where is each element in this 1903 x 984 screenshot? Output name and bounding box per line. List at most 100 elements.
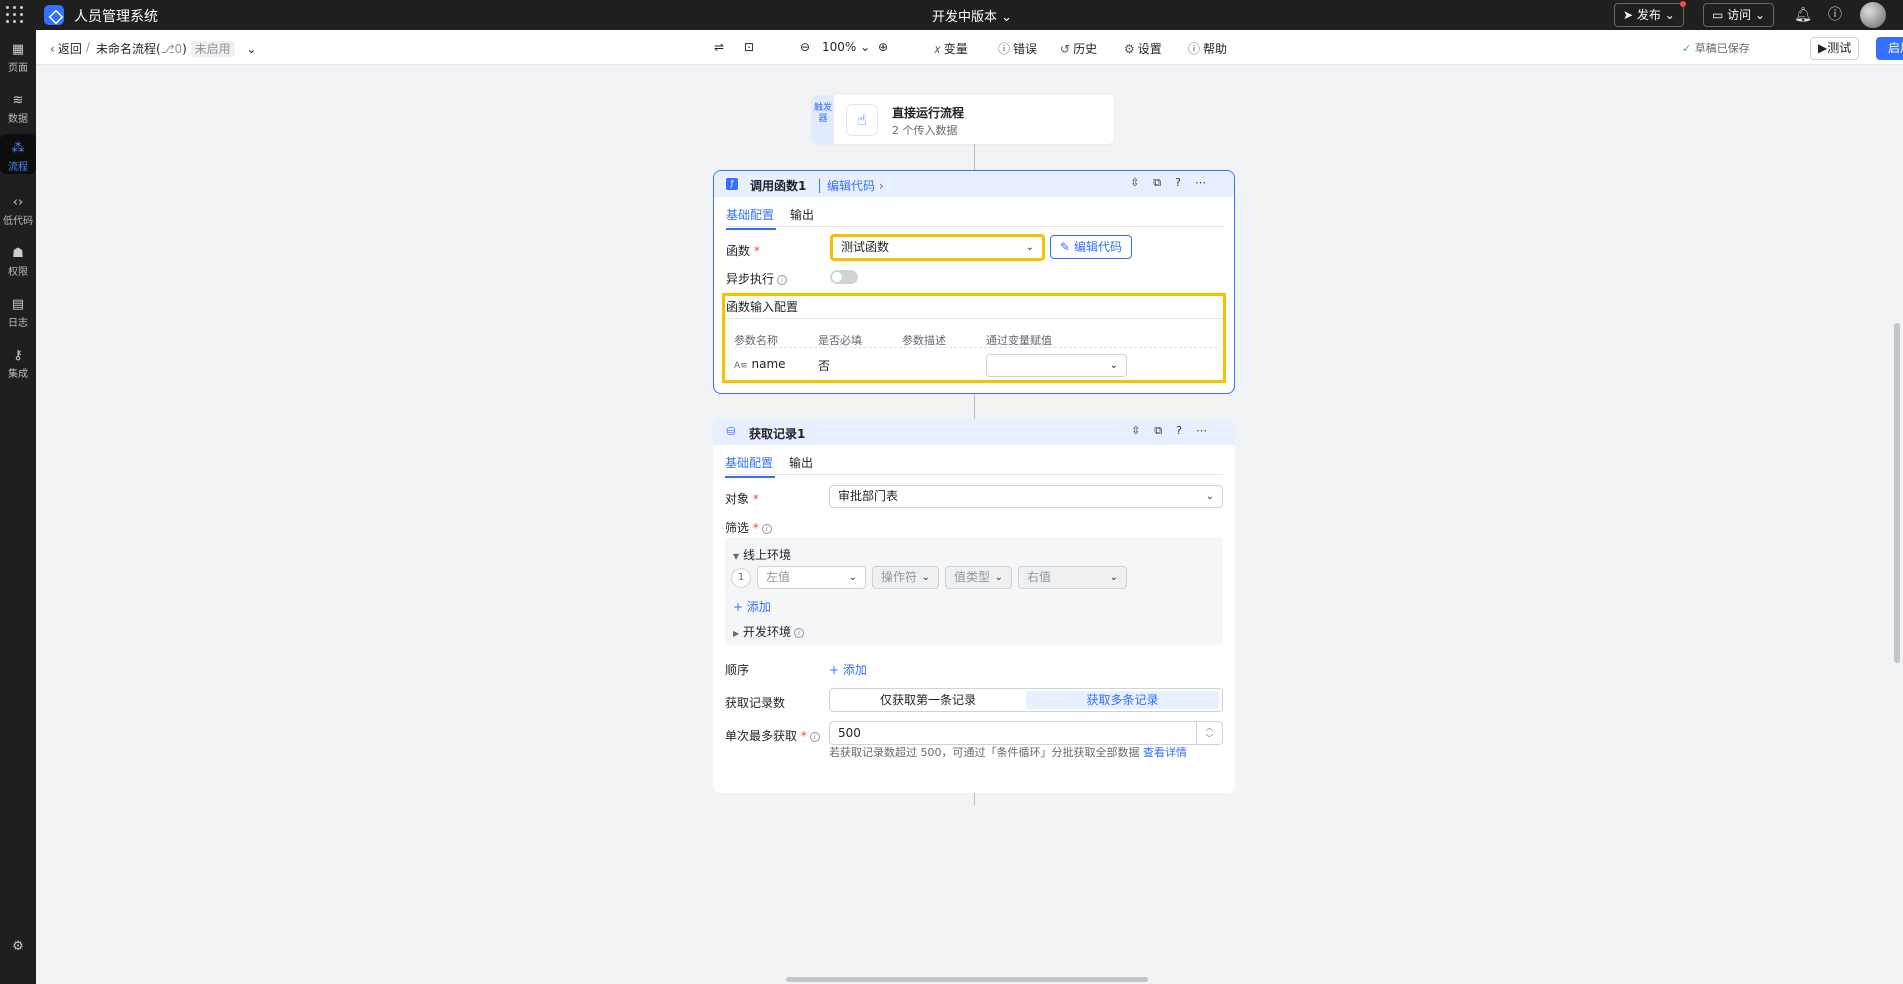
chevron-down-icon: ⌄ [848, 572, 857, 583]
param-required: 否 [818, 359, 831, 373]
variables-button[interactable]: 𝑥 变量 [934, 40, 968, 57]
flow-title[interactable]: 未命名流程(⎇0) 未启用 ⌄ [96, 40, 257, 57]
edit-code-link[interactable]: │ 编辑代码 › [816, 177, 884, 194]
right-value-placeholder: 右值 [1027, 570, 1052, 584]
sidebar-item-logs[interactable]: ▤ 日志 [0, 290, 36, 336]
function-icon: ƒ [726, 178, 738, 190]
avatar[interactable] [1860, 2, 1886, 28]
sidebar-item-data[interactable]: ≋ 数据 [0, 86, 36, 132]
filter-box: ▼ 线上环境 1 左值 ⌄ 操作符 ⌄ 值类型 ⌄ 右值 ⌄ + 添加 ▶ 开发环境 i [725, 537, 1223, 645]
value-type-select[interactable]: 值类型 ⌄ [945, 566, 1012, 589]
zoom-in-icon[interactable]: ⊕ [878, 40, 888, 54]
stepper-icon[interactable]: ︿ ﹀ [1196, 722, 1222, 744]
vertical-scrollbar[interactable] [1894, 323, 1900, 663]
history-button[interactable]: ↺ 历史 [1060, 40, 1097, 57]
condition-index: 1 [731, 568, 751, 588]
copy-icon[interactable]: ⧉ [1154, 424, 1176, 437]
visit-button[interactable]: ▭ 访问 ⌄ [1703, 3, 1775, 27]
version-selector[interactable]: 开发中版本 ⌄ [932, 6, 1012, 25]
help-icon[interactable]: ? [1176, 424, 1196, 437]
help-circle-icon[interactable]: ⓘ [1826, 6, 1844, 24]
plus-icon: + [733, 600, 744, 614]
more-icon[interactable]: ⋯ [1195, 176, 1220, 189]
publish-button[interactable]: ➤ 发布 ⌄ [1614, 1, 1686, 27]
sidebar-item-pages[interactable]: ▦ 页面 [0, 35, 36, 81]
async-toggle[interactable] [830, 270, 858, 284]
publish-label: 发布 [1636, 8, 1661, 22]
copy-icon[interactable]: ⧉ [1153, 176, 1175, 189]
edit-code-button[interactable]: ✎ 编辑代码 [1050, 235, 1132, 259]
sidebar-label: 集成 [8, 369, 28, 380]
sidebar-item-integration[interactable]: ⚷ 集成 [0, 341, 36, 387]
chevron-down-icon: ⌄ [1109, 360, 1118, 371]
call-function-node[interactable]: ƒ 调用函数1 │ 编辑代码 › ⇳⧉?⋯ 基础配置 输出 函数 * 测试函数 ⌄… [713, 170, 1235, 394]
sidebar-item-permissions[interactable]: ☗ 权限 [0, 239, 36, 285]
error-icon: ⓘ [998, 42, 1011, 56]
settings-button[interactable]: ⚙ 设置 [1124, 40, 1162, 57]
horizontal-scrollbar[interactable] [786, 977, 1148, 982]
app-grid-icon[interactable] [6, 6, 24, 24]
gear-icon: ⚙ [12, 939, 24, 954]
help-icon[interactable]: ? [1175, 176, 1195, 189]
record-count-label: 获取记录数 [725, 696, 786, 710]
right-value-select[interactable]: 右值 ⌄ [1018, 566, 1127, 589]
get-records-node[interactable]: ⛁ 获取记录1 ⇳⧉?⋯ 基础配置 输出 对象 * 审批部门表 ⌄ 筛选 * i ▼… [713, 419, 1235, 793]
collapse-icon[interactable]: ⇳ [1130, 176, 1153, 189]
more-icon[interactable]: ⋯ [1196, 424, 1221, 437]
add-condition-label: 添加 [746, 600, 771, 614]
env-online-toggle[interactable]: ▼ 线上环境 [733, 546, 791, 563]
sidebar-label: 页面 [8, 63, 28, 74]
errors-button[interactable]: ⓘ 错误 [998, 40, 1037, 57]
align-icon[interactable]: ⇌ [714, 40, 724, 54]
errors-label: 错误 [1013, 42, 1038, 56]
col-variable-assign: 通过变量赋值 [986, 334, 1052, 347]
add-order-button[interactable]: + 添加 [829, 661, 867, 678]
tab-output[interactable]: 输出 [789, 454, 813, 471]
operator-select[interactable]: 操作符 ⌄ [872, 566, 939, 589]
hint-text: 若获取记录数超过 500，可通过「条件循环」分批获取全部数据 [829, 746, 1140, 759]
sidebar-item-flow[interactable]: ⁂ 流程 [0, 134, 36, 174]
first-record-option[interactable]: 仅获取第一条记录 [832, 691, 1024, 709]
back-button[interactable]: ‹ 返回 [50, 40, 82, 57]
object-select[interactable]: 审批部门表 ⌄ [829, 485, 1223, 508]
chevron-down-icon[interactable]: ⌄ [247, 42, 257, 56]
left-value-select[interactable]: 左值 ⌄ [757, 566, 866, 589]
test-button[interactable]: ▶测试 [1810, 37, 1860, 60]
node-title: 获取记录1 [749, 427, 806, 441]
max-fetch-input[interactable]: 500 ︿ ﹀ [829, 721, 1223, 745]
app-logo-icon [44, 5, 64, 25]
col-required: 是否必填 [818, 334, 862, 347]
bell-icon[interactable]: 🔔︎ [1794, 6, 1812, 24]
layout-icon[interactable]: ⊡ [744, 40, 754, 54]
question-icon: ⓘ [1188, 42, 1201, 56]
top-bar: 人员管理系统 开发中版本 ⌄ ➤ 发布 ⌄ ▭ 访问 ⌄ 🔔︎ ⓘ [0, 0, 1903, 30]
tab-basic[interactable]: 基础配置 [726, 206, 777, 230]
zoom-level[interactable]: 100% ⌄ [822, 40, 870, 54]
info-icon: i [761, 523, 772, 534]
play-icon: ▶ [1818, 41, 1828, 55]
multi-record-option[interactable]: 获取多条记录 [1026, 691, 1219, 709]
function-select[interactable]: 测试函数 ⌄ [830, 234, 1045, 261]
connector-line [974, 144, 975, 170]
tab-basic[interactable]: 基础配置 [725, 454, 776, 478]
history-icon: ↺ [1060, 42, 1071, 56]
env-dev-toggle[interactable]: ▶ 开发环境 i [733, 623, 804, 640]
code-icon: ‹› [12, 195, 24, 210]
sidebar-item-lowcode[interactable]: ‹› 低代码 [0, 188, 36, 234]
app-name: 人员管理系统 [74, 9, 158, 25]
param-name-value: name [751, 357, 786, 371]
variable-assign-select[interactable]: ⌄ [986, 354, 1127, 377]
help-button[interactable]: ⓘ 帮助 [1188, 40, 1227, 57]
enable-button[interactable]: 启用 [1876, 37, 1903, 60]
trigger-node[interactable]: 触发器 ☝ 直接运行流程 2 个传入数据 [812, 95, 1114, 144]
view-details-link[interactable]: 查看详情 [1143, 746, 1187, 759]
sidebar-settings[interactable]: ⚙ [0, 932, 36, 962]
help-label: 帮助 [1203, 42, 1228, 56]
add-condition-button[interactable]: + 添加 [733, 598, 771, 615]
collapse-icon[interactable]: ⇳ [1131, 424, 1154, 437]
zoom-out-icon[interactable]: ⊖ [800, 40, 810, 54]
tab-output[interactable]: 输出 [790, 206, 814, 223]
env-online-label: 线上环境 [742, 548, 791, 562]
trigger-subtitle: 2 个传入数据 [892, 124, 958, 137]
flow-name: 未命名流程( [96, 42, 161, 56]
